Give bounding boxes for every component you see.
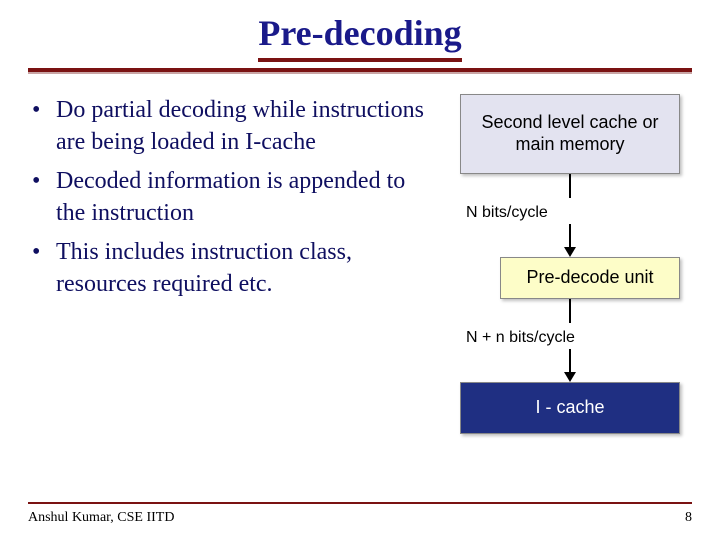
box-icache: I - cache [460, 382, 680, 434]
diagram-column: Second level cache or main memory N bits… [440, 94, 700, 434]
content-area: Do partial decoding while instructions a… [0, 72, 720, 434]
footer-author: Anshul Kumar, CSE IITD [28, 510, 174, 526]
arrow-label: N bits/cycle [466, 204, 548, 222]
bullet-item: Do partial decoding while instructions a… [28, 94, 432, 159]
box-predecode-unit: Pre-decode unit [500, 257, 680, 299]
bullet-column: Do partial decoding while instructions a… [28, 94, 440, 434]
footer-page-number: 8 [685, 510, 692, 526]
arrow-1: N bits/cycle [460, 174, 680, 257]
box-label: Pre-decode unit [526, 267, 653, 289]
bullet-item: Decoded information is appended to the i… [28, 165, 432, 230]
arrow-2: N + n bits/cycle [460, 299, 680, 382]
bullet-item: This includes instruction class, resourc… [28, 236, 432, 301]
arrow-label: N + n bits/cycle [466, 329, 575, 347]
footer: Anshul Kumar, CSE IITD 8 [28, 502, 692, 526]
box-label: I - cache [535, 397, 604, 419]
box-label: Second level cache or main memory [461, 112, 679, 155]
box-second-level-cache: Second level cache or main memory [460, 94, 680, 174]
page-title: Pre-decoding [258, 12, 461, 62]
title-rule [28, 68, 692, 72]
